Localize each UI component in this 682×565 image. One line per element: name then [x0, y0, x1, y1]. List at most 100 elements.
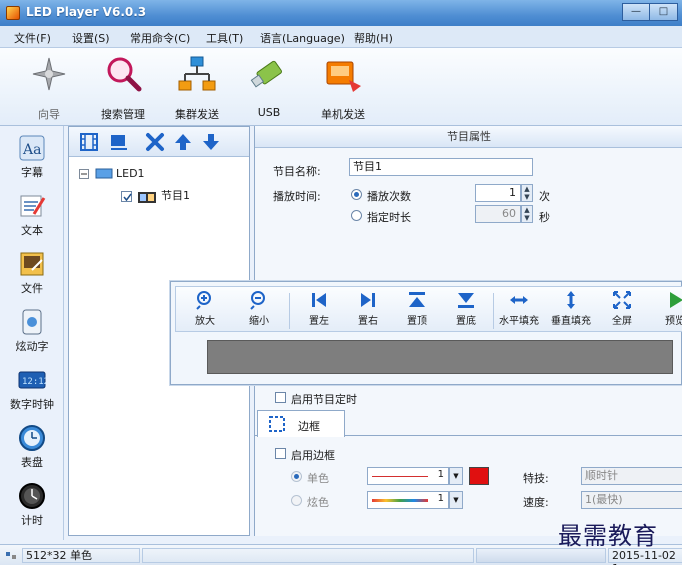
duration-spinner[interactable]: ▲ ▼ [521, 205, 533, 223]
fill-vertical-button[interactable]: 垂直填充 [546, 290, 596, 327]
rail-item-timer[interactable]: 计时 [0, 482, 64, 528]
program-properties-header: 节目属性 [255, 126, 682, 148]
rail-label-text: 文本 [21, 224, 43, 237]
program-name-input[interactable]: 节目1 [349, 158, 533, 176]
speed-select[interactable]: 1(最快) [581, 491, 682, 509]
timer-enable-label: 启用节目定时 [291, 393, 357, 406]
layout-toolbar: 放大 缩小 置左 置右 置顶 置底 水平填充 垂直填充 全屏 预览 [175, 286, 682, 332]
fullscreen-label: 全屏 [612, 316, 632, 327]
digital-clock-icon: 12:12 [18, 371, 46, 389]
duration-input[interactable]: 60 [475, 205, 521, 223]
single-line-dropdown[interactable]: ▼ [449, 467, 463, 485]
rail-label-dial: 表盘 [21, 456, 43, 469]
window-title: LED Player V6.0.3 [26, 5, 147, 19]
preview-button[interactable]: 预览 [650, 290, 682, 327]
menu-language[interactable]: 语言(Language) [260, 30, 345, 46]
horizontal-arrows-icon [510, 296, 528, 304]
rail-item-file[interactable]: 文件 [0, 250, 64, 296]
play-count-label: 播放次数 [367, 190, 411, 203]
standalone-send-button[interactable]: 单机发送 [308, 54, 378, 124]
arrow-up-icon[interactable] [173, 132, 193, 152]
program-checkbox[interactable] [121, 190, 132, 202]
multi-color-radio[interactable] [291, 495, 302, 506]
duration-radio[interactable] [351, 210, 362, 221]
menu-file[interactable]: 文件(F) [14, 30, 51, 46]
effect-select[interactable]: 顺时针 [581, 467, 682, 485]
program-film-icon [137, 192, 156, 203]
multi-line-dropdown[interactable]: ▼ [449, 491, 463, 509]
file-icon [20, 252, 44, 276]
zoom-in-button[interactable]: 放大 [180, 290, 230, 327]
tab-border[interactable]: 边框 [257, 410, 345, 437]
zoom-out-icon [250, 291, 265, 310]
single-color-radio[interactable] [291, 471, 302, 482]
tree-node-program[interactable]: 节目1 [121, 187, 190, 204]
fullscreen-button[interactable]: 全屏 [597, 290, 647, 327]
fill-horizontal-label: 水平填充 [499, 316, 539, 327]
rail-label-animated-text: 炫动字 [15, 340, 49, 353]
window-layout-icon[interactable] [109, 132, 129, 152]
play-time-label: 播放时间: [273, 190, 321, 203]
align-bottom-icon [458, 293, 474, 308]
menu-help[interactable]: 帮助(H) [354, 30, 393, 46]
rail-item-animated-text[interactable]: 炫动字 [0, 308, 64, 354]
program-name-label: 节目名称: [273, 165, 321, 178]
search-manage-button[interactable]: 搜索管理 [88, 54, 158, 124]
cluster-send-button[interactable]: 集群发送 [162, 54, 232, 124]
film-icon[interactable] [79, 132, 99, 152]
arrow-down-icon[interactable] [201, 132, 221, 152]
delete-icon[interactable] [145, 132, 165, 152]
zoom-out-button[interactable]: 缩小 [234, 290, 284, 327]
rail-item-text[interactable]: 文本 [0, 192, 64, 238]
maximize-button[interactable]: □ [650, 3, 678, 21]
duration-unit: 秒 [539, 211, 550, 224]
border-enable-checkbox[interactable] [275, 448, 286, 459]
svg-text:Aa: Aa [22, 142, 41, 158]
fill-vertical-label: 垂直填充 [551, 316, 591, 327]
tree-node-screen[interactable]: LED1 [79, 167, 145, 180]
subtitle-icon: Aa [19, 135, 45, 161]
align-left-button[interactable]: 置左 [294, 290, 344, 327]
led-preview-area[interactable] [207, 340, 673, 374]
fullscreen-icon [613, 291, 631, 309]
border-color-swatch[interactable] [469, 467, 489, 485]
toolbar-separator [289, 293, 290, 329]
effect-label: 特技: [523, 472, 549, 485]
minimize-button[interactable]: — [622, 3, 650, 21]
usb-label: USB [257, 106, 281, 119]
menu-settings[interactable]: 设置(S) [72, 30, 110, 46]
check-icon [123, 193, 132, 201]
rail-label-digital-clock: 数字时钟 [10, 398, 54, 411]
wizard-label: 向导 [38, 108, 60, 121]
tree-label-program: 节目1 [161, 189, 190, 202]
align-bottom-button[interactable]: 置底 [441, 290, 491, 327]
svg-text:12:12: 12:12 [22, 377, 46, 387]
layout-toolbar-panel: 放大 缩小 置左 置右 置顶 置底 水平填充 垂直填充 全屏 预览 [170, 281, 682, 385]
border-enable-label: 启用边框 [291, 449, 335, 462]
timer-enable-checkbox[interactable] [275, 392, 286, 403]
multi-line-select[interactable]: 1 [367, 491, 449, 509]
single-color-label: 单色 [307, 472, 329, 485]
usb-button[interactable]: USB [234, 54, 304, 124]
align-right-button[interactable]: 置右 [343, 290, 393, 327]
status-spacer [142, 548, 474, 563]
align-top-button[interactable]: 置顶 [392, 290, 442, 327]
line-width-value-2: 1 [437, 493, 444, 504]
fill-horizontal-button[interactable]: 水平填充 [494, 290, 544, 327]
wizard-button[interactable]: 向导 [14, 54, 84, 124]
collapse-icon[interactable] [79, 169, 89, 179]
title-bar: LED Player V6.0.3 — □ [0, 0, 682, 26]
menu-tools[interactable]: 工具(T) [206, 30, 243, 46]
rail-item-subtitle[interactable]: Aa 字幕 [0, 134, 64, 180]
rail-item-dial[interactable]: 表盘 [0, 424, 64, 470]
single-line-select[interactable]: 1 [367, 467, 449, 485]
menu-commands[interactable]: 常用命令(C) [130, 30, 190, 46]
rail-item-digital-clock[interactable]: 12:12 数字时钟 [0, 366, 64, 412]
border-icon [269, 416, 285, 432]
play-count-spinner[interactable]: ▲ ▼ [521, 184, 533, 202]
play-count-radio[interactable] [351, 189, 362, 200]
align-top-icon [409, 292, 425, 307]
rail-label-subtitle: 字幕 [21, 166, 43, 179]
monitor-icon [95, 168, 112, 179]
play-count-input[interactable]: 1 [475, 184, 521, 202]
